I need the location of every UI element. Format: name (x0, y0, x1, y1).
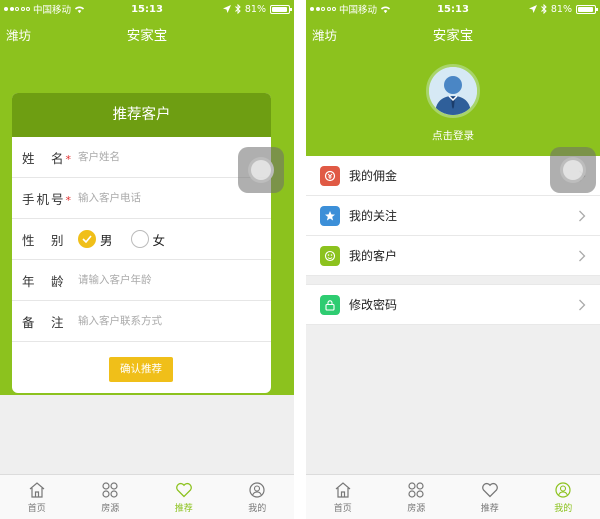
gender-male-radio[interactable]: 男 (78, 230, 113, 249)
form-title: 推荐客户 (12, 93, 271, 137)
gender-female-radio[interactable]: 女 (130, 230, 166, 249)
commission-icon (320, 165, 340, 186)
avatar[interactable] (426, 64, 480, 118)
required-mark: * (65, 193, 74, 207)
chevron-right-icon (579, 250, 586, 262)
menu-label-change-password: 修改密码 (349, 298, 398, 312)
profile-screen: 中国移动 15:13 81% 潍坊 安家宝 点击登录 我的佣金 我的关注 我的客… (306, 0, 600, 519)
note-row: 备 注 (12, 301, 271, 342)
battery-icon (270, 4, 292, 14)
login-link[interactable]: 点击登录 (306, 128, 600, 143)
recommend-customer-screen: 中国移动 15:13 81% 潍坊 安家宝 推荐客户 姓 名* 手机号* (0, 0, 294, 519)
tab-home-label: 首页 (333, 503, 352, 514)
bluetooth-icon (235, 4, 241, 14)
home-icon (335, 481, 351, 498)
tab-bar: 首页 房源 推荐 我的 (0, 474, 294, 519)
carrier-label: 中国移动 (33, 5, 72, 16)
menu-item-change-password[interactable]: 修改密码 (306, 285, 600, 325)
clock: 15:13 (437, 3, 469, 15)
tab-listings[interactable]: 房源 (380, 475, 454, 519)
tab-profile-label: 我的 (554, 503, 573, 514)
profile-icon (249, 481, 265, 498)
recommend-form-card: 推荐客户 姓 名* 手机号* 性 别 男 女 (12, 93, 271, 393)
menu-label-customers: 我的客户 (349, 249, 398, 263)
listings-icon (102, 481, 118, 498)
nav-bar: 潍坊 安家宝 (0, 18, 294, 48)
battery-percent: 81% (244, 3, 266, 15)
age-row: 年 龄 (12, 260, 271, 301)
location-icon (222, 5, 231, 13)
age-input[interactable] (78, 274, 271, 286)
assistive-touch-button[interactable] (550, 147, 596, 193)
chevron-right-icon (579, 299, 586, 311)
signal-icon (4, 7, 30, 11)
gender-row: 性 别 男 女 (12, 219, 271, 260)
home-icon (29, 481, 45, 498)
name-label: 姓 名* (22, 150, 74, 166)
menu-item-following[interactable]: 我的关注 (306, 196, 600, 236)
listings-icon (408, 481, 424, 498)
status-bar: 中国移动 15:13 81% (306, 0, 600, 18)
phone-input[interactable] (78, 192, 271, 204)
tab-home-label: 首页 (27, 503, 46, 514)
menu-item-customers[interactable]: 我的客户 (306, 236, 600, 276)
menu-label-commission: 我的佣金 (349, 169, 398, 183)
gender-male-label: 男 (100, 232, 113, 248)
wifi-icon (74, 5, 85, 13)
tab-home[interactable]: 首页 (306, 475, 380, 519)
status-bar: 中国移动 15:13 81% (0, 0, 294, 18)
gender-label: 性 别 (22, 232, 66, 248)
required-mark: * (65, 152, 74, 166)
assistive-touch-button[interactable] (238, 147, 284, 193)
tab-listings[interactable]: 房源 (74, 475, 148, 519)
note-label: 备 注 (22, 314, 66, 330)
tab-recommend-label: 推荐 (174, 503, 193, 514)
star-icon (320, 205, 340, 226)
heart-icon (481, 482, 498, 497)
tab-bar: 首页 房源 推荐 我的 (306, 474, 600, 519)
tab-profile-label: 我的 (248, 503, 267, 514)
nav-bar: 潍坊 安家宝 (306, 18, 600, 48)
heart-icon (175, 482, 192, 497)
phone-label: 手机号* (22, 191, 74, 207)
radio-empty-icon (130, 230, 149, 248)
age-label: 年 龄 (22, 273, 66, 289)
location-icon (528, 5, 537, 13)
app-title: 安家宝 (126, 28, 168, 44)
menu-label-following: 我的关注 (349, 209, 398, 223)
checkmark-icon (78, 230, 96, 248)
submit-recommend-button[interactable]: 确认推荐 (109, 357, 173, 382)
tab-listings-label: 房源 (407, 503, 426, 514)
battery-icon (576, 4, 598, 14)
battery-percent: 81% (550, 3, 572, 15)
screenshot-canvas: 中国移动 15:13 81% 潍坊 安家宝 推荐客户 姓 名* 手机号* (0, 0, 600, 519)
clock: 15:13 (131, 3, 163, 15)
carrier-label: 中国移动 (339, 5, 378, 16)
signal-icon (310, 7, 336, 11)
bluetooth-icon (541, 4, 547, 14)
app-title: 安家宝 (432, 28, 474, 44)
lock-icon (320, 294, 340, 315)
customers-icon (320, 245, 340, 266)
tab-home[interactable]: 首页 (0, 475, 74, 519)
menu-divider (306, 276, 600, 285)
phone-row: 手机号* (12, 178, 271, 219)
gender-female-label: 女 (152, 232, 166, 248)
profile-icon (555, 481, 571, 498)
name-row: 姓 名* (12, 137, 271, 178)
chevron-right-icon (579, 210, 586, 222)
note-input[interactable] (78, 315, 271, 327)
tab-profile[interactable]: 我的 (221, 475, 295, 519)
wifi-icon (380, 5, 391, 13)
tab-recommend[interactable]: 推荐 (147, 475, 221, 519)
user-avatar-icon (429, 67, 477, 115)
tab-profile[interactable]: 我的 (527, 475, 600, 519)
tab-listings-label: 房源 (101, 503, 120, 514)
tab-recommend[interactable]: 推荐 (453, 475, 527, 519)
tab-recommend-label: 推荐 (480, 503, 499, 514)
